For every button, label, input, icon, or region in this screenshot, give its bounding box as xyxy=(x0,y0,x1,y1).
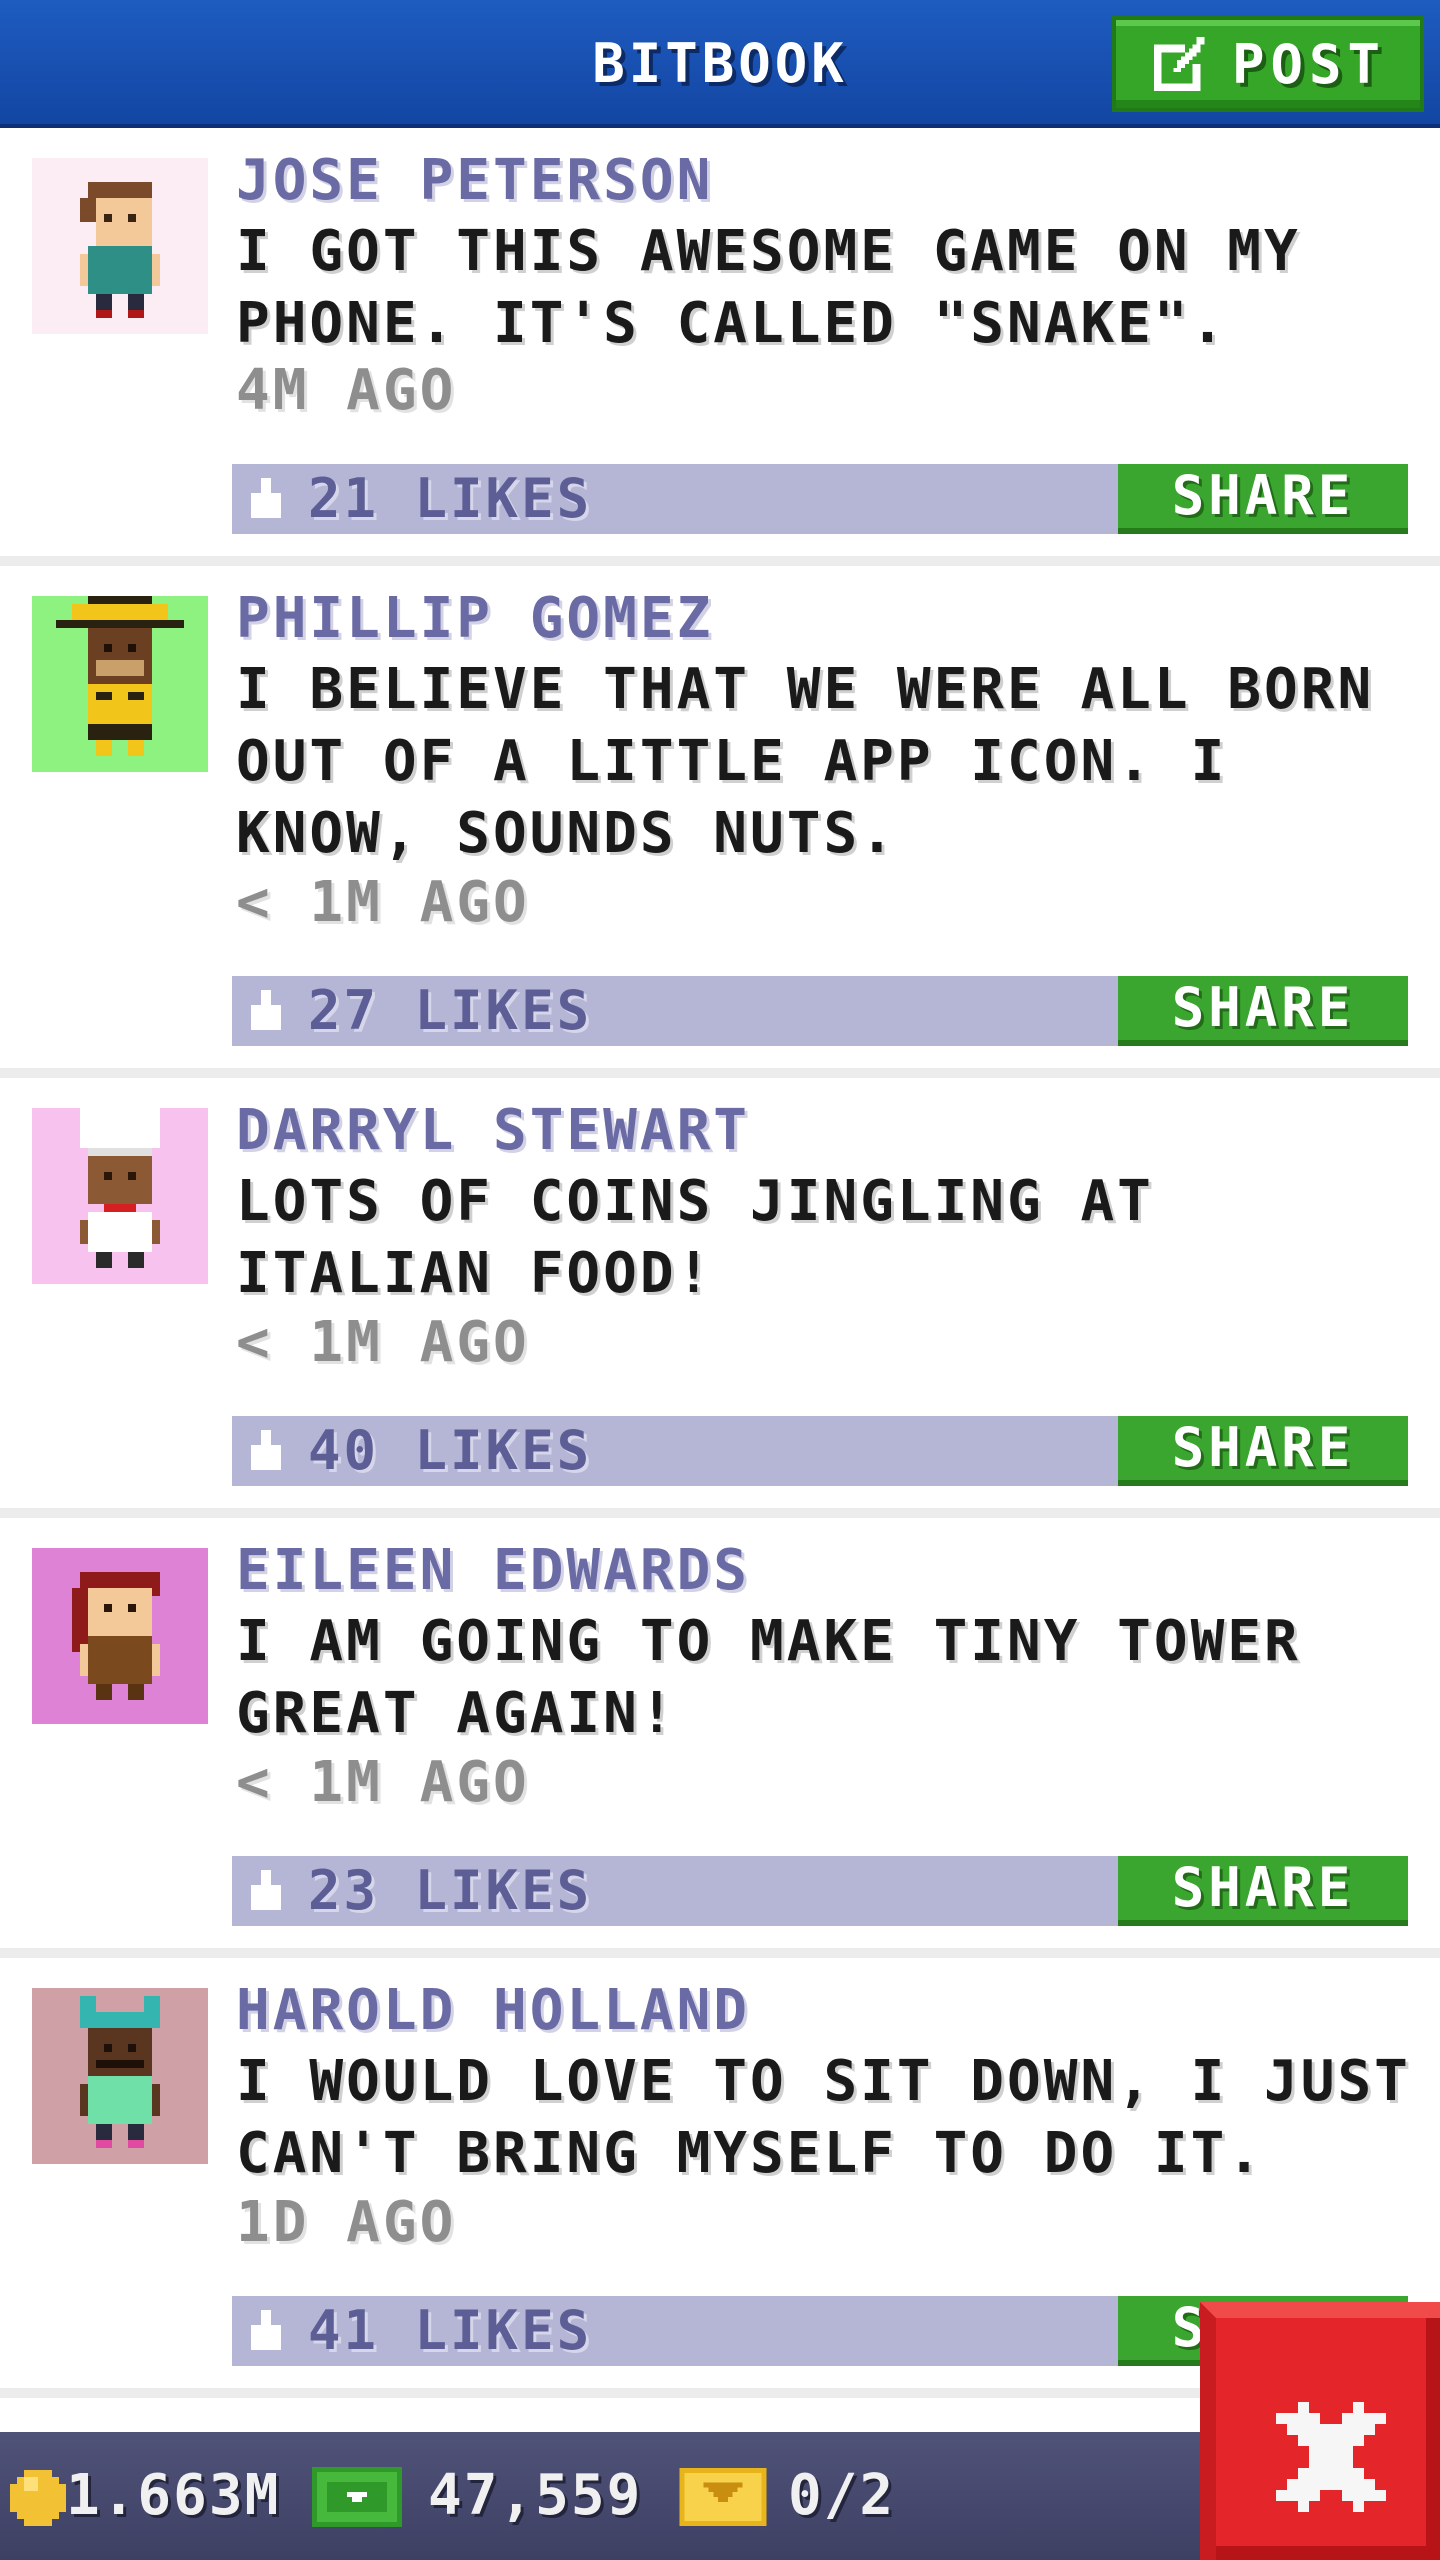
man-yellow-hat-icon xyxy=(32,596,208,772)
coin-icon xyxy=(10,2470,66,2526)
post-author[interactable]: EILEEN EDWARDS xyxy=(236,1538,750,1603)
man-cat-ears-icon xyxy=(32,1988,208,2164)
likes-bar[interactable]: 23 LIKES SHARE xyxy=(232,1856,1408,1926)
likes-count: 27 LIKES xyxy=(308,979,593,1042)
post-timestamp: < 1M AGO xyxy=(236,1310,530,1375)
app-header: BITBOOK POST xyxy=(0,0,1440,128)
post-button[interactable]: POST xyxy=(1112,16,1424,112)
thumbs-up-icon xyxy=(251,2310,281,2350)
avatar[interactable] xyxy=(32,158,208,334)
post-timestamp: < 1M AGO xyxy=(236,1750,530,1815)
post-author[interactable]: HAROLD HOLLAND xyxy=(236,1978,750,2043)
likes-bar[interactable]: 21 LIKES SHARE xyxy=(232,464,1408,534)
avatar[interactable] xyxy=(32,1548,208,1724)
close-button[interactable] xyxy=(1200,2302,1440,2560)
golden-ticket-icon xyxy=(679,2468,767,2526)
post-timestamp: 4M AGO xyxy=(236,358,457,423)
post-timestamp: < 1M AGO xyxy=(236,870,530,935)
feed-post: JOSE PETERSON I GOT THIS AWESOME GAME ON… xyxy=(0,128,1440,566)
avatar[interactable] xyxy=(32,596,208,772)
coin-count: 1.663M xyxy=(66,2463,281,2528)
likes-count: 40 LIKES xyxy=(308,1419,593,1482)
boy-teal-shirt-icon xyxy=(32,158,208,334)
post-author[interactable]: JOSE PETERSON xyxy=(236,148,713,213)
share-button[interactable]: SHARE xyxy=(1118,1856,1408,1926)
likes-count: 23 LIKES xyxy=(308,1859,593,1922)
chef-icon xyxy=(32,1108,208,1284)
post-text: LOTS OF COINS JINGLING AT ITALIAN FOOD! xyxy=(236,1169,1154,1306)
likes-count: 21 LIKES xyxy=(308,467,593,530)
likes-count: 41 LIKES xyxy=(308,2299,593,2362)
likes-bar[interactable]: 27 LIKES SHARE xyxy=(232,976,1408,1046)
post-text: I AM GOING TO MAKE TINY TOWER GREAT AGAI… xyxy=(236,1609,1301,1746)
share-button[interactable]: SHARE xyxy=(1118,976,1408,1046)
post-button-label: POST xyxy=(1231,32,1387,96)
edit-icon xyxy=(1153,36,1205,92)
ticket-count: 0/2 xyxy=(788,2463,896,2528)
thumbs-up-icon xyxy=(251,1870,281,1910)
avatar[interactable] xyxy=(32,1988,208,2164)
thumbs-up-icon xyxy=(251,990,281,1030)
thumbs-up-icon xyxy=(251,478,281,518)
woman-red-hair-icon xyxy=(32,1548,208,1724)
post-author[interactable]: PHILLIP GOMEZ xyxy=(236,586,713,651)
feed[interactable]: JOSE PETERSON I GOT THIS AWESOME GAME ON… xyxy=(0,128,1440,2398)
feed-post: EILEEN EDWARDS I AM GOING TO MAKE TINY T… xyxy=(0,1518,1440,1958)
feed-post: PHILLIP GOMEZ I BELIEVE THAT WE WERE ALL… xyxy=(0,566,1440,1078)
close-icon xyxy=(1276,2402,1386,2512)
share-button[interactable]: SHARE xyxy=(1118,1416,1408,1486)
post-text: I BELIEVE THAT WE WERE ALL BORN OUT OF A… xyxy=(236,657,1375,866)
thumbs-up-icon xyxy=(251,1430,281,1470)
share-button[interactable]: SHARE xyxy=(1118,464,1408,534)
feed-post: DARRYL STEWART LOTS OF COINS JINGLING AT… xyxy=(0,1078,1440,1518)
avatar[interactable] xyxy=(32,1108,208,1284)
bux-icon xyxy=(312,2467,402,2527)
post-text: I GOT THIS AWESOME GAME ON MY PHONE. IT'… xyxy=(236,219,1301,356)
post-author[interactable]: DARRYL STEWART xyxy=(236,1098,750,1163)
post-text: I WOULD LOVE TO SIT DOWN, I JUST CAN'T B… xyxy=(236,2049,1411,2186)
likes-bar[interactable]: 40 LIKES SHARE xyxy=(232,1416,1408,1486)
post-timestamp: 1D AGO xyxy=(236,2190,457,2255)
bux-count: 47,559 xyxy=(428,2463,643,2528)
